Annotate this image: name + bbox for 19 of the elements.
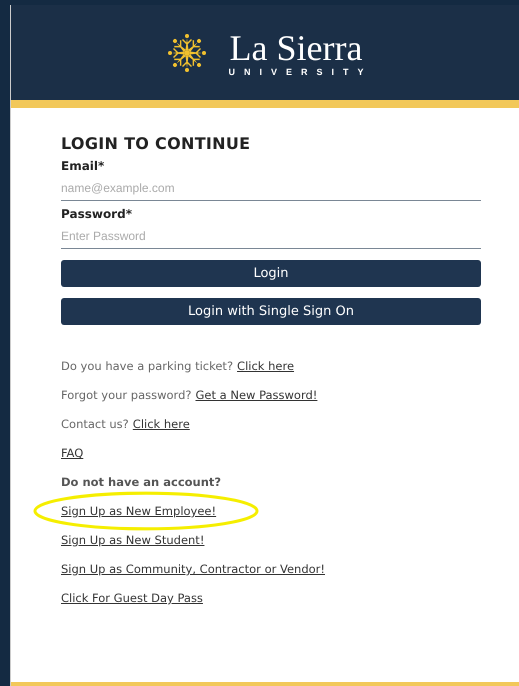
link[interactable]: Get a New Password! bbox=[195, 388, 318, 402]
sso-login-button[interactable]: Login with Single Sign On bbox=[61, 298, 481, 325]
link[interactable]: Sign Up as Community, Contractor or Vendor! bbox=[61, 562, 325, 576]
field-label: Email* bbox=[61, 159, 106, 173]
link[interactable]: Sign Up as New Student! bbox=[61, 533, 204, 547]
prompt-text: Forgot your password? bbox=[61, 387, 192, 404]
link[interactable]: FAQ bbox=[61, 446, 84, 460]
field-label: Password* bbox=[61, 207, 133, 221]
link[interactable]: Click here bbox=[237, 359, 294, 373]
link[interactable]: Click here bbox=[132, 417, 190, 431]
login-title: LOGIN TO CONTINUE bbox=[61, 134, 252, 153]
sunburst-logo-icon bbox=[167, 32, 208, 72]
login-button[interactable]: Login bbox=[61, 260, 481, 287]
logo-name: La Sierra bbox=[230, 28, 362, 66]
account-heading: Do not have an account? bbox=[61, 474, 222, 491]
link[interactable]: Click For Guest Day Pass bbox=[61, 591, 203, 605]
logo-subtitle: UNIVERSITY bbox=[228, 66, 372, 76]
prompt-text: Do you have a parking ticket? bbox=[61, 358, 234, 375]
prompt-text: Contact us? bbox=[61, 416, 129, 433]
